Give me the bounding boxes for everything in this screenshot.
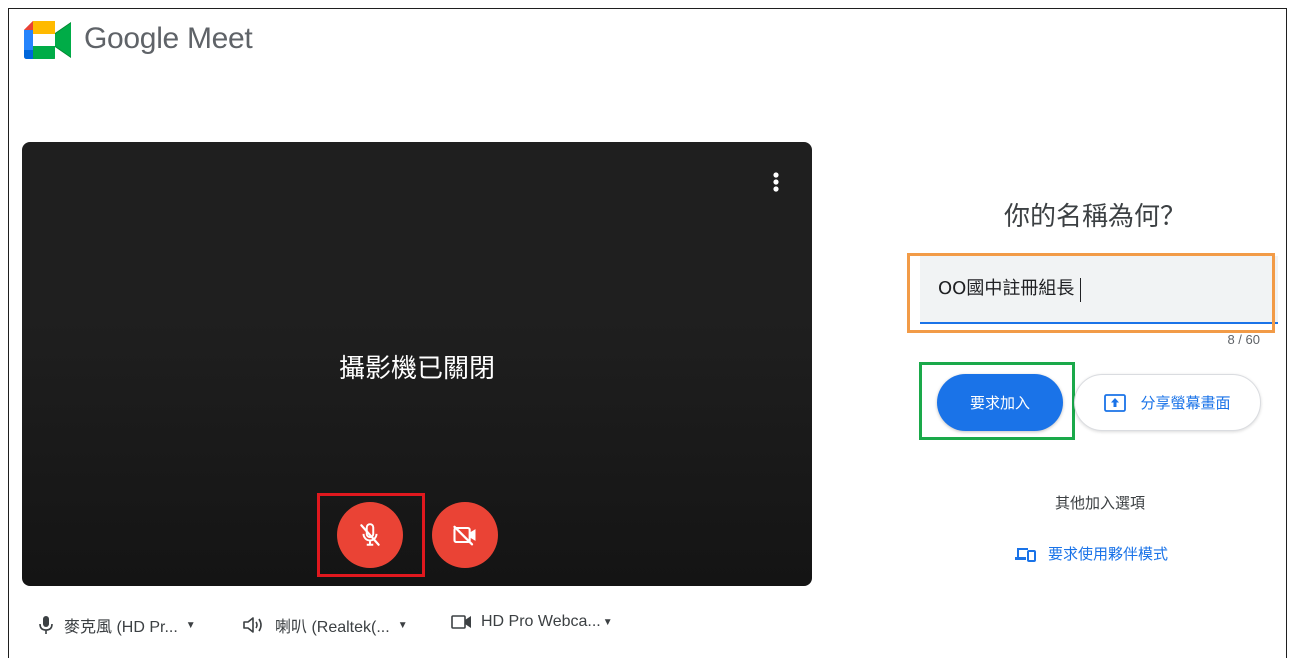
mic-highlight-box (317, 493, 425, 577)
speaker-label: 喇叭 (Realtek(... (275, 619, 390, 636)
brand-name: Google Meet (84, 22, 253, 55)
name-highlight-box (907, 253, 1275, 333)
present-button-label: 分享螢幕畫面 (1140, 394, 1231, 412)
join-highlight-box (919, 362, 1075, 440)
caret-down-icon: ▼ (185, 619, 196, 631)
microphone-label: 麥克風 (HD Pr... (64, 619, 178, 636)
present-button[interactable]: 分享螢幕畫面 (1074, 374, 1261, 431)
microphone-select[interactable]: 麥克風 (HD Pr... ▼ (38, 613, 196, 637)
other-join-options-title: 其他加入選項 (1054, 494, 1145, 512)
companion-mode-label: 要求使用夥伴模式 (1048, 545, 1169, 563)
videocam-off-icon (453, 525, 476, 546)
camera-label: HD Pro Webca... (481, 613, 601, 630)
camera-select[interactable]: HD Pro Webca... ▼ (451, 613, 613, 631)
companion-mode-link[interactable]: 要求使用夥伴模式 (1014, 543, 1168, 564)
char-counter: 8 / 60 (1227, 332, 1260, 347)
devices-icon (1015, 547, 1036, 562)
camera-off-text: 攝影機已關閉 (338, 354, 495, 384)
name-prompt-title: 你的名稱為何？ (1003, 202, 1186, 232)
speaker-select[interactable]: 喇叭 (Realtek(... ▼ (243, 613, 408, 637)
mic-icon (39, 616, 53, 634)
caret-down-icon: ▼ (397, 619, 408, 631)
caret-down-icon: ▼ (602, 616, 613, 628)
volume-icon (243, 617, 262, 633)
videocam-icon (451, 615, 471, 629)
more-vert-icon[interactable] (766, 166, 786, 200)
present-to-all-icon (1104, 393, 1127, 412)
camera-toggle-button[interactable] (432, 502, 498, 568)
google-meet-logo-icon (24, 21, 71, 59)
